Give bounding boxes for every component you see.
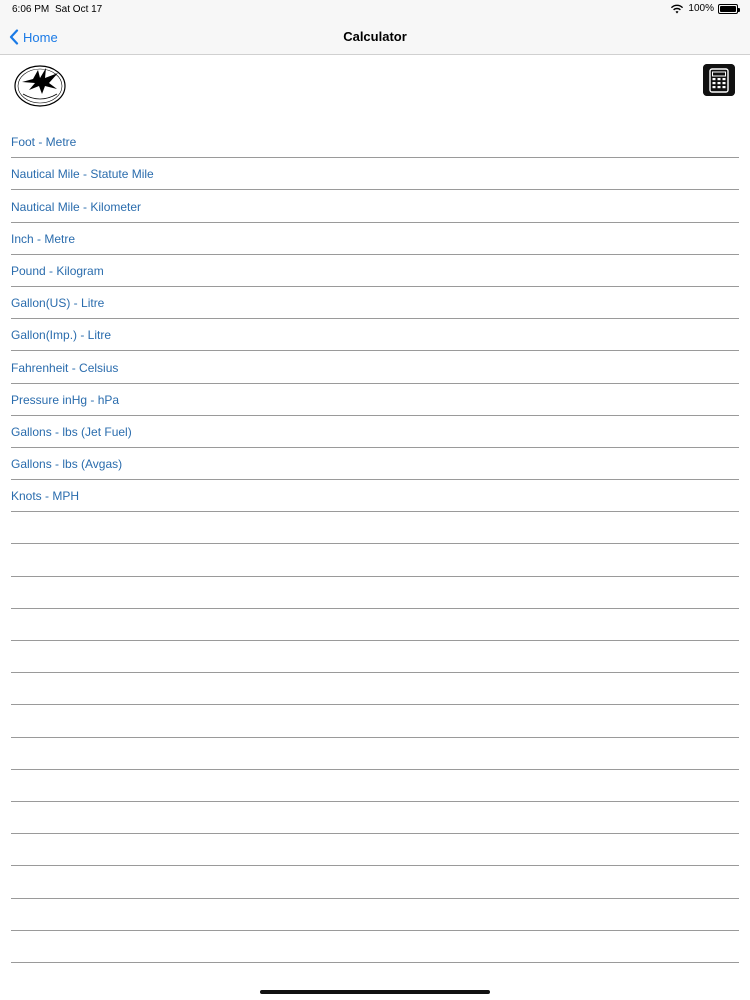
battery-percent: 100% [688,3,714,14]
conversion-row[interactable]: Pressure inHg - hPa [11,384,739,416]
status-indicators: 100% [670,3,740,14]
conversion-row[interactable]: Pound - Kilogram [11,255,739,287]
empty-row [11,705,739,738]
battery-icon [718,3,740,14]
status-time: 6:06 PM [12,4,50,15]
conversion-row[interactable]: Gallons - lbs (Jet Fuel) [11,416,739,448]
status-bar: 6:06 PM Sat Oct 17 100% [0,0,750,20]
conversion-list: Foot - Metre Nautical Mile - Statute Mile… [11,126,739,963]
wifi-icon [671,4,684,13]
conversion-row[interactable]: Inch - Metre [11,223,739,255]
conversion-row[interactable]: Foot - Metre [11,126,739,159]
conversion-label: Gallons - lbs (Avgas) [11,457,123,472]
empty-row [11,738,739,770]
conversion-label: Nautical Mile - Kilometer [11,199,142,214]
navigation-bar: Home Calculator [0,20,750,55]
home-indicator[interactable] [260,990,490,994]
empty-row [11,609,739,641]
conversion-label: Foot - Metre [11,135,77,150]
empty-row [11,577,739,609]
conversion-row[interactable]: Gallons - lbs (Avgas) [11,448,739,481]
conversion-row[interactable]: Gallon(US) - Litre [11,287,739,320]
status-date: Sat Oct 17 [55,4,103,15]
empty-row [11,673,739,706]
empty-row [11,770,739,802]
eagle-logo-icon [14,65,66,107]
conversion-label: Gallon(Imp.) - Litre [11,328,112,343]
calculator-icon[interactable] [703,64,735,96]
empty-row [11,866,739,899]
conversion-label: Knots - MPH [11,489,80,504]
empty-row [11,802,739,835]
conversion-label: Gallons - lbs (Jet Fuel) [11,424,132,439]
page-title: Calculator [343,29,407,44]
empty-row [11,899,739,931]
conversion-row[interactable]: Gallon(Imp.) - Litre [11,319,739,352]
conversion-label: Pound - Kilogram [11,263,104,278]
conversion-label: Pressure inHg - hPa [11,392,120,407]
conversion-row[interactable]: Nautical Mile - Statute Mile [11,158,739,191]
conversion-label: Fahrenheit - Celsius [11,360,119,375]
conversion-row[interactable]: Knots - MPH [11,480,739,513]
empty-row [11,641,739,674]
empty-row [11,544,739,577]
conversion-label: Inch - Metre [11,231,76,246]
empty-row [11,834,739,867]
conversion-label: Gallon(US) - Litre [11,296,105,311]
conversion-label: Nautical Mile - Statute Mile [11,167,154,182]
conversion-row[interactable]: Fahrenheit - Celsius [11,351,739,384]
empty-row [11,931,739,963]
empty-row [11,512,739,545]
conversion-row[interactable]: Nautical Mile - Kilometer [11,190,739,223]
